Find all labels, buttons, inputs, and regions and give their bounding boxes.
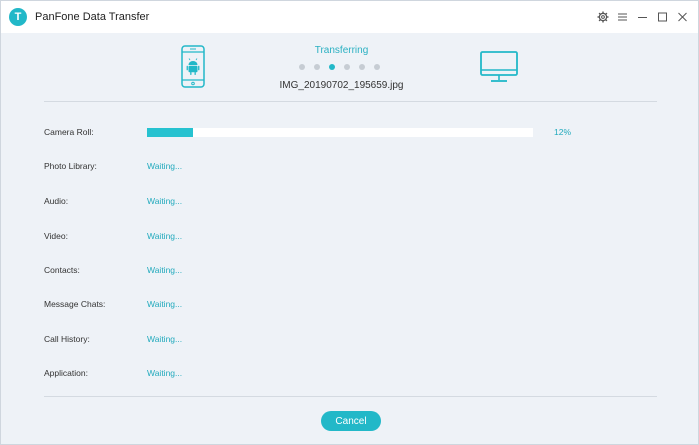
camera-roll-progress-bar <box>147 127 533 137</box>
progress-percent: 12% <box>554 127 572 137</box>
window-controls <box>592 1 692 33</box>
category-status: Waiting... <box>147 299 183 309</box>
step-dot <box>359 64 365 70</box>
category-label: Audio: <box>44 196 69 206</box>
current-file-name: IMG_20190702_195659.jpg <box>279 80 404 91</box>
category-status: Waiting... <box>147 265 183 275</box>
app-logo-icon: T <box>9 8 27 26</box>
app-window: T PanFone Data Transfer Transferring IMG… <box>0 0 699 445</box>
maximize-icon[interactable] <box>653 7 672 27</box>
category-row-contacts: Contacts: Waiting... <box>44 263 657 277</box>
category-status: Waiting... <box>147 231 183 241</box>
category-label: Message Chats: <box>44 299 106 309</box>
computer-monitor-icon <box>480 51 518 85</box>
cancel-button[interactable]: Cancel <box>321 411 381 431</box>
category-row-camera-roll: Camera Roll: 12% <box>44 125 657 139</box>
category-label: Application: <box>44 368 88 378</box>
minimize-icon[interactable] <box>633 7 652 27</box>
category-status: Waiting... <box>147 368 183 378</box>
step-dot <box>374 64 380 70</box>
category-row-call-history: Call History: Waiting... <box>44 332 657 346</box>
category-row-video: Video: Waiting... <box>44 229 657 243</box>
transfer-progress-dots <box>299 64 389 70</box>
step-dot-active <box>329 64 335 70</box>
transfer-status: Transferring <box>314 45 369 56</box>
step-dot <box>299 64 305 70</box>
category-row-application: Application: Waiting... <box>44 366 657 380</box>
category-label: Call History: <box>44 334 90 344</box>
title-bar: T PanFone Data Transfer <box>1 1 698 33</box>
gear-icon[interactable] <box>593 7 612 27</box>
footer-divider <box>44 396 657 397</box>
category-status: Waiting... <box>147 196 183 206</box>
category-row-photo-library: Photo Library: Waiting... <box>44 159 657 173</box>
app-title: PanFone Data Transfer <box>35 11 150 23</box>
progress-fill <box>147 127 194 137</box>
category-row-message-chats: Message Chats: Waiting... <box>44 297 657 311</box>
close-icon[interactable] <box>673 7 692 27</box>
step-dot <box>314 64 320 70</box>
step-dot <box>344 64 350 70</box>
category-label: Video: <box>44 231 68 241</box>
category-label: Camera Roll: <box>44 127 94 137</box>
header-divider <box>44 101 657 102</box>
category-status: Waiting... <box>147 161 183 171</box>
category-status: Waiting... <box>147 334 183 344</box>
category-label: Contacts: <box>44 265 80 275</box>
category-row-audio: Audio: Waiting... <box>44 194 657 208</box>
menu-icon[interactable] <box>613 7 632 27</box>
category-label: Photo Library: <box>44 161 97 171</box>
